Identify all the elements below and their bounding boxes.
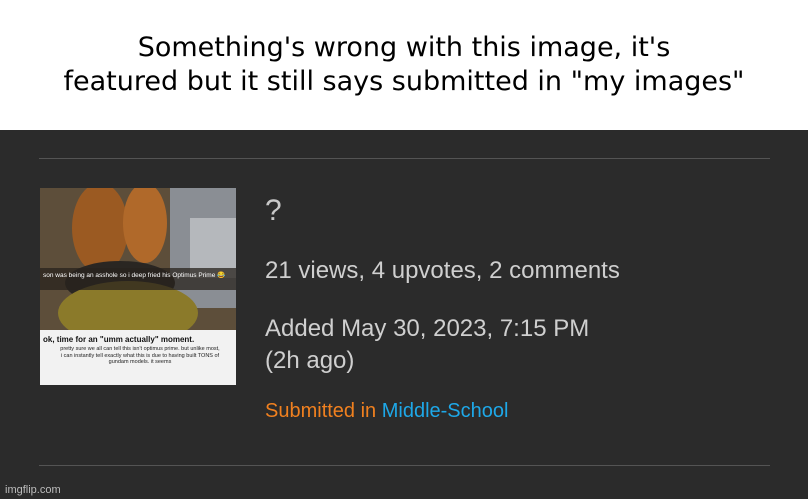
meme-caption: Something's wrong with this image, it's … [0, 0, 808, 130]
caption-line-2: featured but it still says submitted in … [63, 66, 745, 97]
submission-status: Submitted in Middle-School [265, 400, 508, 423]
thumbnail-graphic: son was being an asshole so i deep fried… [40, 188, 236, 385]
image-listing-panel: son was being an asshole so i deep fried… [0, 130, 808, 499]
thumb-heading: ok, time for an "umm actually" moment. [43, 335, 194, 344]
image-stats: 21 views, 4 upvotes, 2 comments [265, 257, 620, 284]
caption-line-1: Something's wrong with this image, it's [137, 32, 671, 63]
caption-text: Something's wrong with this image, it's … [9, 31, 799, 99]
imgflip-watermark: imgflip.com [5, 484, 61, 496]
submitted-label: Submitted in [265, 400, 377, 422]
thumb-body: pretty sure we all can tell this isn't o… [60, 346, 220, 365]
image-added-date: Added May 30, 2023, 7:15 PM (2h ago) [265, 313, 589, 377]
added-relative-time: (2h ago) [265, 347, 355, 374]
image-thumbnail[interactable]: son was being an asshole so i deep fried… [40, 188, 236, 385]
stream-link[interactable]: Middle-School [382, 400, 509, 422]
image-title[interactable]: ? [265, 194, 282, 228]
added-date-text: Added May 30, 2023, 7:15 PM [265, 315, 590, 342]
thumb-overlay-text: son was being an asshole so i deep fried… [43, 271, 225, 279]
divider-top [39, 158, 770, 159]
divider-bottom [39, 465, 770, 466]
